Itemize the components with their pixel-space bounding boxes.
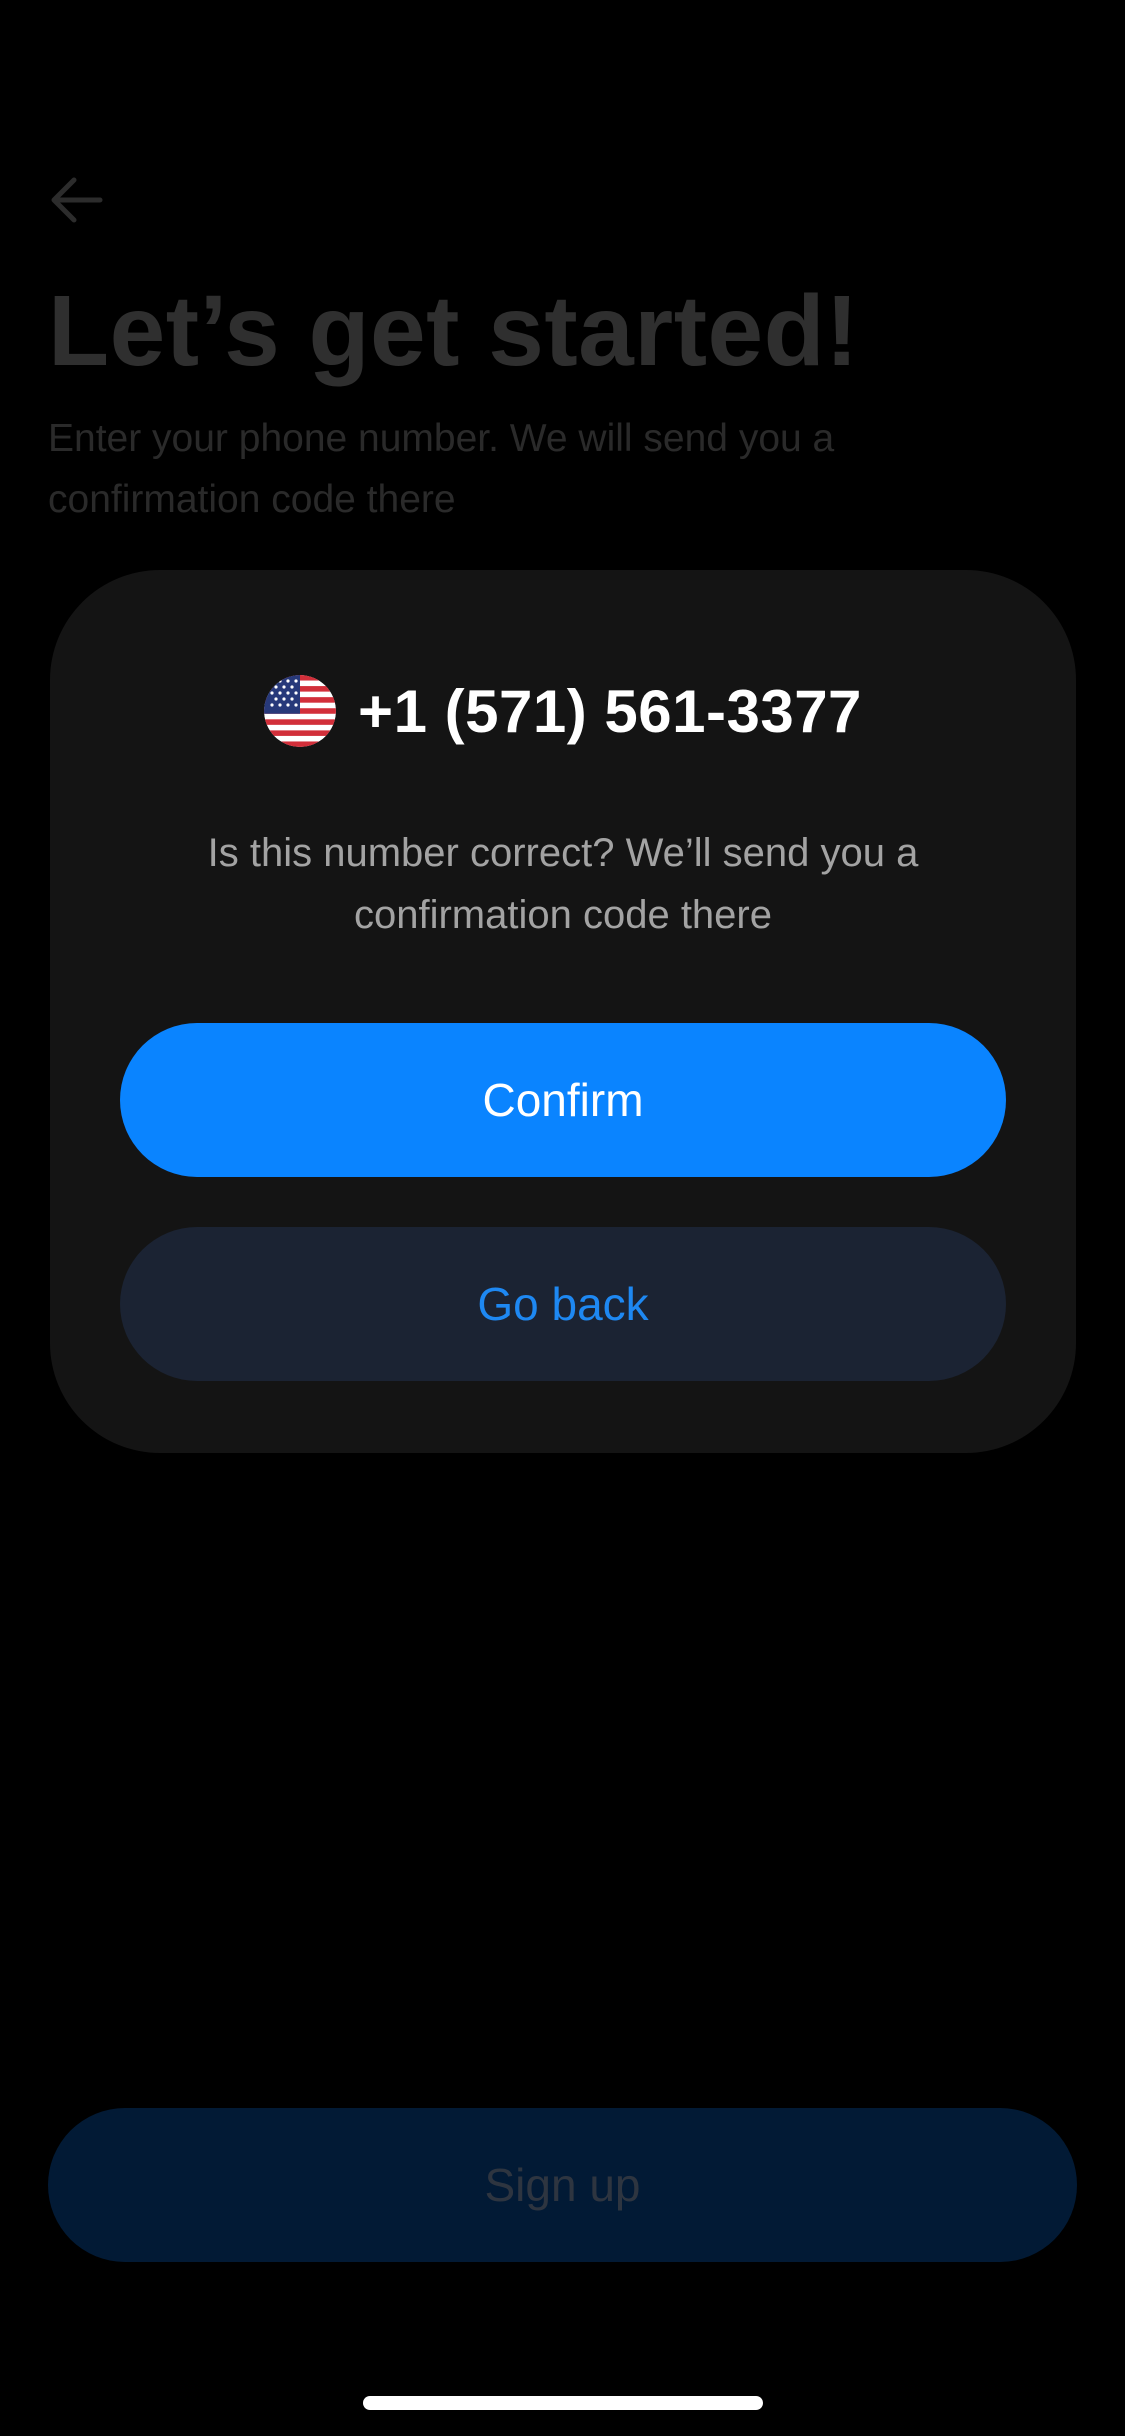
phone-number-row: +1 (571) 561-3377 xyxy=(50,672,1076,750)
page-subtitle: Enter your phone number. We will send yo… xyxy=(48,417,835,521)
arrow-left-icon xyxy=(48,176,104,224)
confirm-button[interactable]: Confirm xyxy=(120,1023,1006,1177)
us-flag-icon xyxy=(264,675,337,747)
phone-confirm-dialog: +1 (571) 561-3377 Is this number correct… xyxy=(50,570,1076,1453)
dialog-message: Is this number correct? We’ll send you a… xyxy=(207,831,919,937)
back-button[interactable] xyxy=(44,168,108,232)
phone-number: +1 (571) 561-3377 xyxy=(358,677,862,745)
page-title: Let’s get started! xyxy=(48,275,860,387)
go-back-button[interactable]: Go back xyxy=(120,1227,1006,1381)
home-indicator xyxy=(363,2396,763,2410)
signup-button[interactable]: Sign up xyxy=(48,2108,1077,2262)
